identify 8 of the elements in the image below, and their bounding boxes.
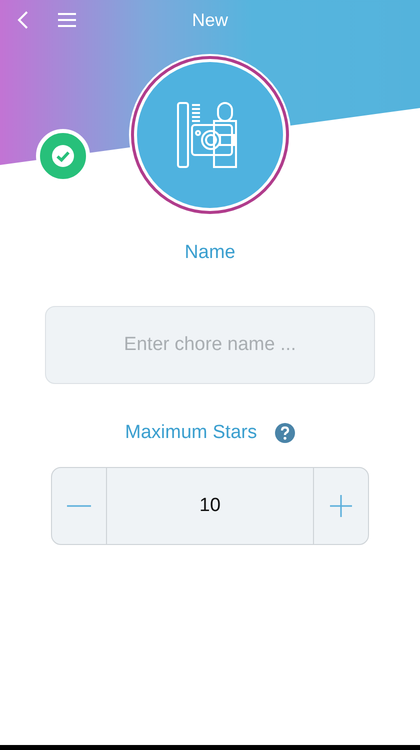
chore-name-field[interactable]: Enter chore name ... (45, 306, 375, 384)
stars-value: 10 (106, 468, 314, 544)
help-icon[interactable] (274, 423, 295, 443)
screen-title: New (192, 10, 228, 30)
plus-icon (330, 495, 352, 517)
maximum-stars-label: Maximum Stars (125, 422, 257, 444)
minus-icon (67, 505, 91, 507)
name-label: Name (184, 242, 236, 264)
